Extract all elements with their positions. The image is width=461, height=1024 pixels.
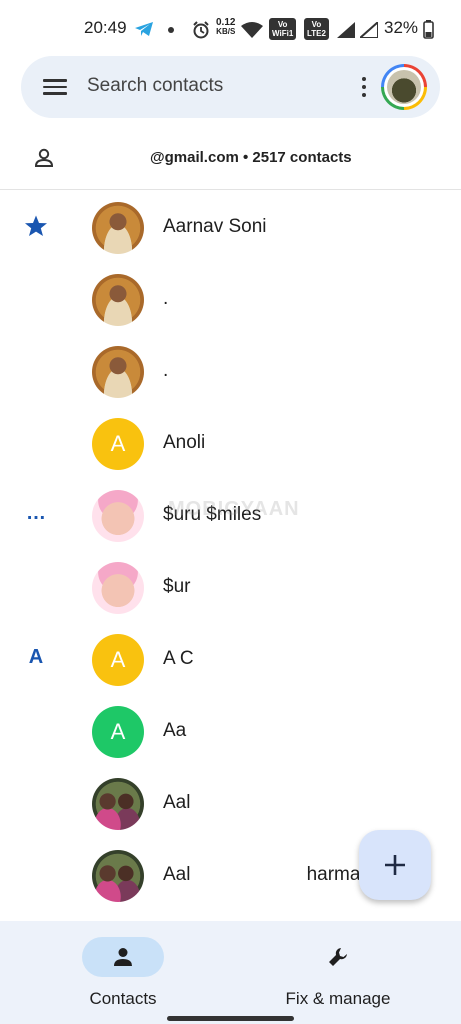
contact-name: Anoli [163,432,206,453]
contact-avatar [92,850,144,902]
account-row[interactable]: @gmail.com • 2517 contacts [0,130,461,190]
status-bar: 20:49 0.12 KB/S Vo WiFi1 Vo LTE2 32% [0,0,461,58]
contact-row[interactable]: Aarnav Soni [0,192,461,264]
contact-name: A C [163,648,194,669]
contact-avatar: A [92,706,144,758]
contact-row[interactable]: A Aa [0,696,461,768]
nav-fix-manage-label: Fix & manage [285,989,391,1008]
status-time: 20:49 [84,18,127,37]
contact-row[interactable]: . [0,336,461,408]
alarm-icon [192,21,210,44]
contact-avatar [92,490,144,542]
add-contact-button[interactable] [359,830,431,900]
menu-icon[interactable] [43,75,69,99]
contact-name: Aa [163,720,187,741]
battery-percentage: 32% [384,18,419,37]
search-input[interactable]: Search contacts [87,75,223,97]
favorites-star-icon [23,214,49,244]
contact-name: Aal harma [163,864,361,885]
nav-contacts[interactable]: Contacts [32,937,212,1017]
avatar-letter: A [110,647,126,672]
network-speed: 0.12 KB/S [216,17,236,37]
contact-avatar: A [92,418,144,470]
signal-icon [337,22,355,43]
contact-name: Aal [163,792,191,813]
telegram-icon [134,21,154,42]
contact-name: Aarnav Soni [163,216,267,237]
person-filled-icon [111,945,135,974]
contact-row[interactable]: AAA C [0,624,461,696]
contact-avatar [92,202,144,254]
network-speed-value: 0.12 [216,17,236,28]
volte1-top: Vo [277,20,288,29]
nav-fix-manage[interactable]: Fix & manage [248,937,428,1017]
avatar-letter: A [110,431,126,456]
account-avatar[interactable] [381,64,427,110]
signal-icon [357,19,379,43]
contacts-screen: 20:49 0.12 KB/S Vo WiFi1 Vo LTE2 32% Sea… [0,0,461,1024]
contact-name: . [163,288,169,309]
network-speed-unit: KB/S [216,27,236,36]
volte2-top: Vo [311,20,322,29]
contact-row[interactable]: A Anoli [0,408,461,480]
account-info: @gmail.com • 2517 contacts [150,149,352,166]
contact-name: . [163,360,169,381]
contact-avatar: A [92,634,144,686]
contact-row[interactable]: . [0,264,461,336]
home-indicator [167,1016,294,1021]
search-bar[interactable]: Search contacts [21,56,440,118]
bottom-navigation: Contacts Fix & manage [0,921,461,1024]
notification-dot-icon [168,27,174,33]
section-header: … [26,502,46,524]
contact-avatar [92,778,144,830]
volte2-bottom: LTE2 [307,29,326,38]
avatar-letter: A [110,719,126,744]
nav-contacts-label: Contacts [89,989,157,1008]
contact-avatar [92,274,144,326]
contact-row[interactable]: $ur [0,552,461,624]
wrench-icon [326,945,350,974]
volte-lte-badge: Vo LTE2 [304,18,329,40]
contact-avatar [92,562,144,614]
wifi-icon [241,22,263,43]
volte1-bottom: WiFi1 [272,29,294,38]
more-options-icon[interactable] [354,73,374,101]
contact-name: $ur [163,576,191,597]
volte-wifi-badge: Vo WiFi1 [269,18,297,40]
section-header: A [28,646,44,668]
plus-icon [383,853,407,882]
person-icon [33,147,55,174]
contact-list[interactable]: Aarnav Soni.. A Anoli… $uru $miles $ur A A A CA… [0,192,461,922]
watermark: MOBIGYAAN [168,498,300,520]
battery-icon [423,20,434,44]
contact-avatar [92,346,144,398]
